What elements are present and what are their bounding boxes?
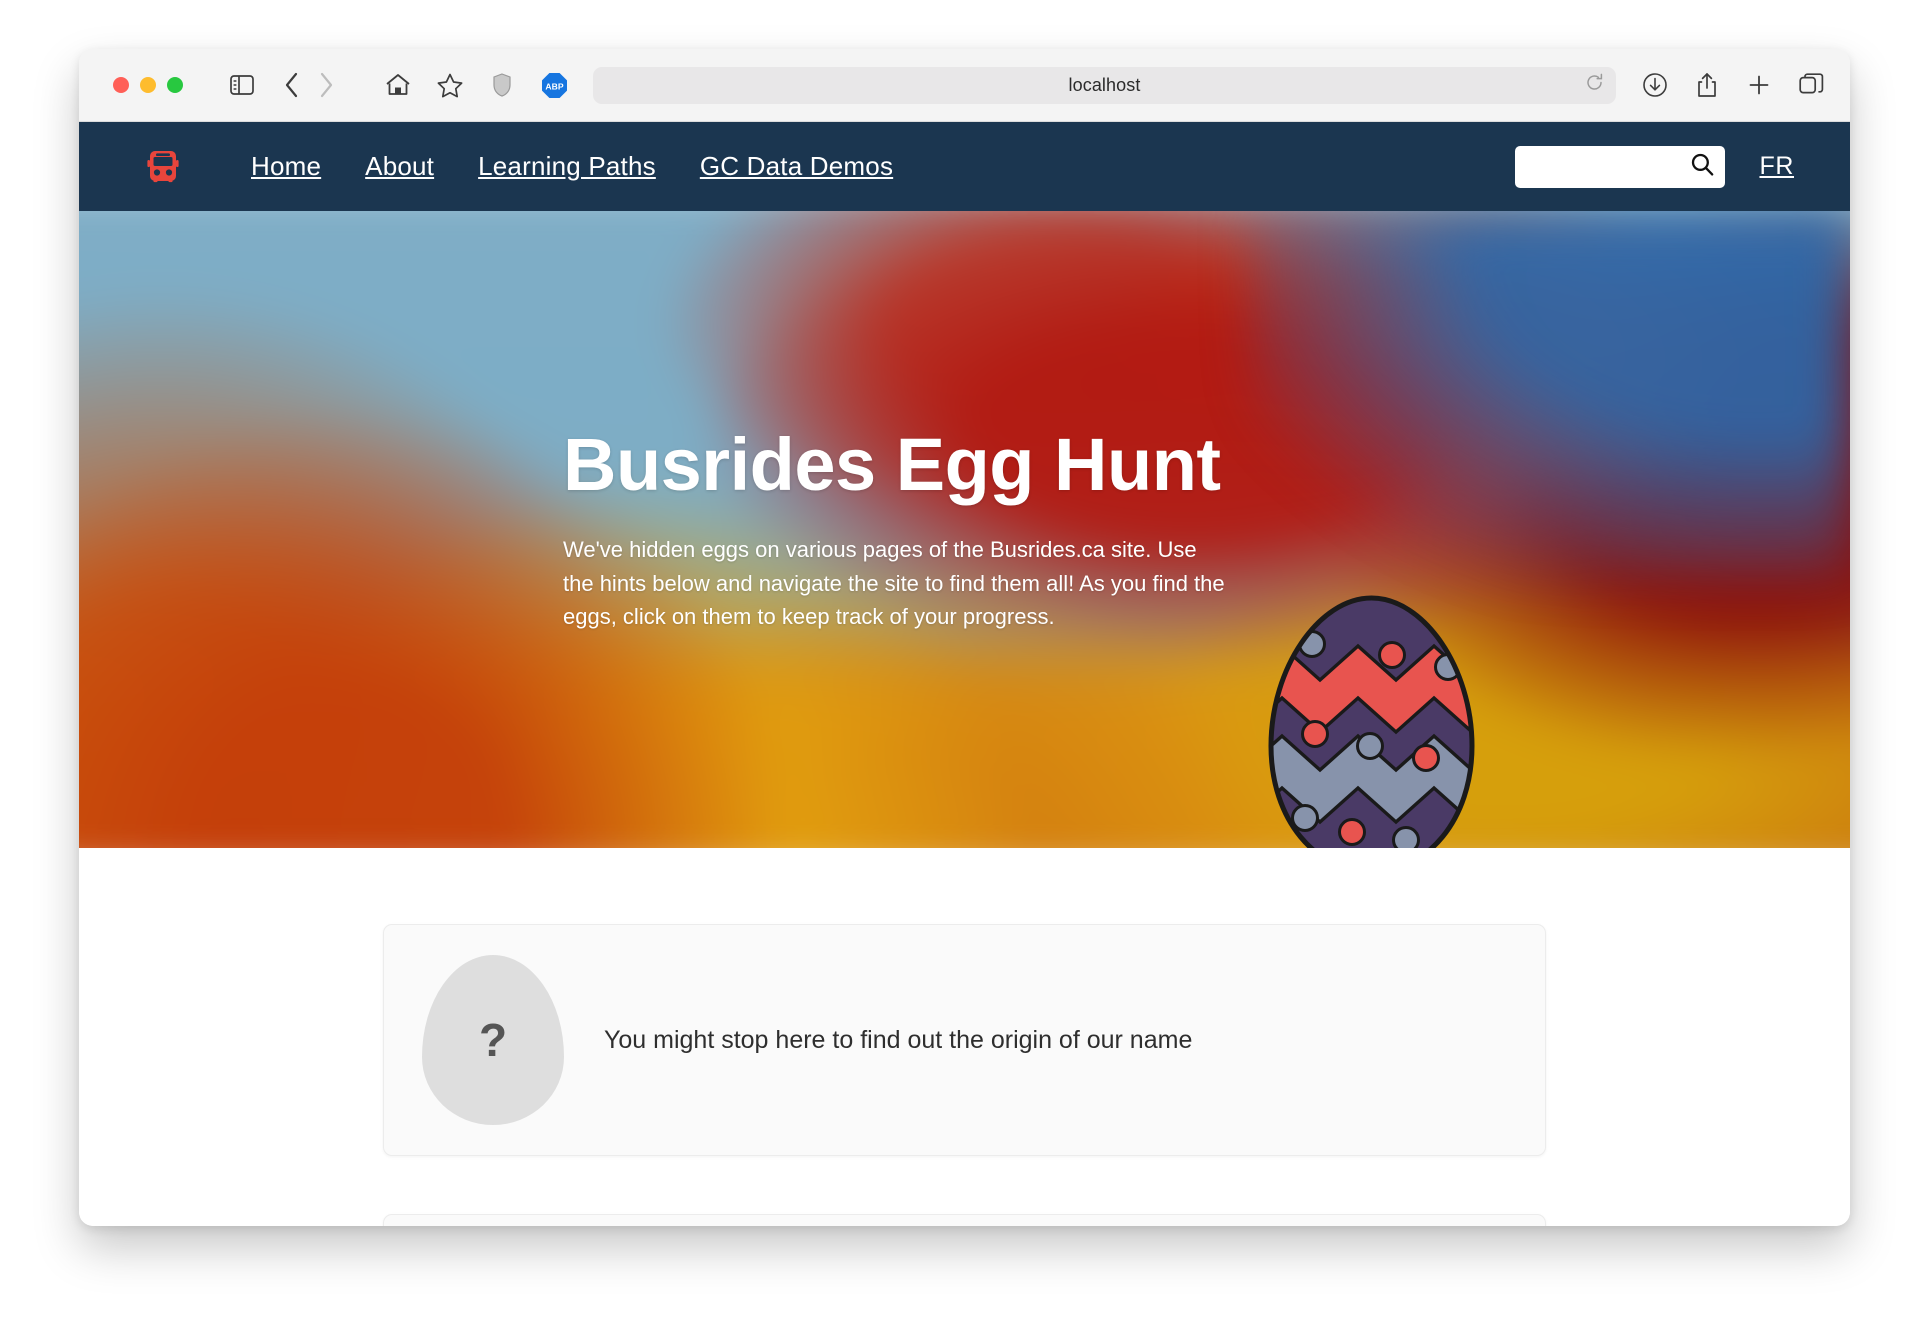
hint-card[interactable]: ? You might stop here to find out the or… (383, 924, 1546, 1156)
nav-links: Home About Learning Paths GC Data Demos (229, 151, 915, 182)
back-icon[interactable] (275, 68, 309, 102)
desktop-backdrop: ABP localhost Home About Learning Paths … (0, 0, 1920, 1324)
tab-overview-icon[interactable] (1794, 68, 1828, 102)
address-bar[interactable]: localhost (593, 66, 1616, 104)
nav-link-gc-data-demos[interactable]: GC Data Demos (678, 151, 915, 182)
site-navbar: Home About Learning Paths GC Data Demos (79, 122, 1850, 211)
browser-window: ABP localhost Home About Learning Paths … (79, 49, 1850, 1226)
page-title: Busrides Egg Hunt (563, 422, 1221, 506)
minimize-window-button[interactable] (140, 77, 156, 93)
hero-content: Busrides Egg Hunt We've hidden eggs on v… (79, 211, 1850, 848)
hero-banner: Busrides Egg Hunt We've hidden eggs on v… (79, 211, 1850, 848)
search-icon[interactable] (1690, 152, 1715, 182)
hint-list: ? You might stop here to find out the or… (79, 848, 1850, 1226)
hint-text: You might stop here to find out the orig… (604, 1025, 1193, 1054)
adblock-plus-icon[interactable]: ABP (537, 68, 571, 102)
browser-toolbar: ABP localhost (79, 49, 1850, 122)
window-traffic-lights[interactable] (113, 77, 183, 93)
nav-link-about[interactable]: About (343, 151, 456, 182)
hidden-egg-placeholder-icon[interactable]: ? (422, 955, 564, 1125)
forward-icon[interactable] (309, 68, 343, 102)
decorated-easter-egg-icon[interactable] (1264, 594, 1479, 848)
sidebar-icon[interactable] (225, 68, 259, 102)
search-input[interactable] (1523, 145, 1684, 188)
page-viewport: Home About Learning Paths GC Data Demos (79, 122, 1850, 1226)
new-tab-icon[interactable] (1742, 68, 1776, 102)
share-icon[interactable] (1690, 68, 1724, 102)
reload-icon[interactable] (1585, 73, 1604, 97)
nav-right-group: FR (1515, 145, 1850, 188)
home-icon[interactable] (381, 68, 415, 102)
language-toggle-fr[interactable]: FR (1759, 152, 1794, 181)
address-text: localhost (1068, 74, 1141, 95)
downloads-icon[interactable] (1638, 68, 1672, 102)
hero-description: We've hidden eggs on various pages of th… (563, 537, 1225, 630)
shield-icon[interactable] (485, 68, 519, 102)
maximize-window-button[interactable] (167, 77, 183, 93)
nav-link-home[interactable]: Home (229, 151, 343, 182)
bookmark-star-icon[interactable] (433, 68, 467, 102)
site-search-box[interactable] (1515, 145, 1726, 188)
nav-link-learning-paths[interactable]: Learning Paths (456, 151, 678, 182)
svg-text:ABP: ABP (545, 81, 563, 91)
close-window-button[interactable] (113, 77, 129, 93)
hint-card[interactable]: ? This one will be about reading our dig… (383, 1214, 1546, 1226)
bus-logo-icon[interactable] (143, 147, 183, 187)
